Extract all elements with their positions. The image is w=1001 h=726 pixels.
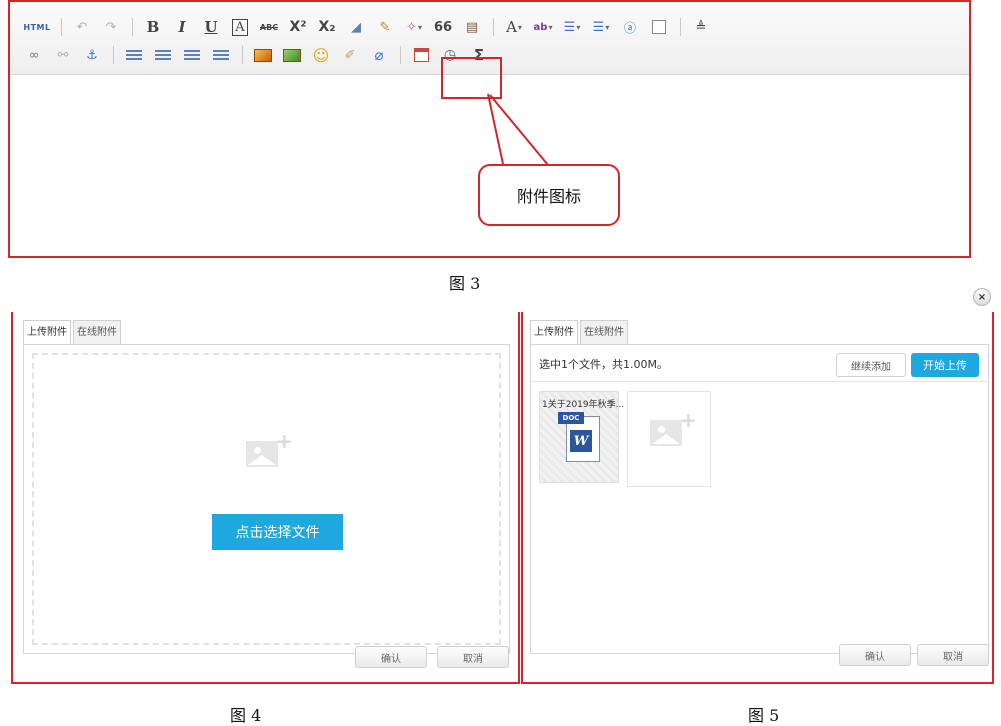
drop-zone[interactable] (32, 353, 501, 645)
plus-icon: + (276, 429, 293, 453)
callout-text: 附件图标 (516, 187, 581, 206)
figure-caption-5: 图 5 (748, 706, 780, 725)
add-image-icon: + (246, 429, 293, 467)
confirm-button[interactable]: 确认 (839, 644, 911, 666)
tab-online-attachment[interactable]: 在线附件 (580, 320, 628, 345)
add-image-sun (254, 447, 261, 454)
upload-tabs: 上传附件 在线附件 (23, 320, 123, 346)
plus-icon: + (680, 408, 697, 432)
tab-upload-attachment[interactable]: 上传附件 (530, 320, 578, 346)
upload-dialog-selected: 上传附件 在线附件 选中1个文件，共1.00M。 继续添加 开始上传 1关于20… (521, 312, 994, 684)
add-image-mountain (248, 455, 276, 465)
continue-add-button[interactable]: 继续添加 (836, 353, 906, 377)
close-icon[interactable]: × (973, 288, 991, 306)
attachment-callout: 附件图标 (478, 164, 620, 226)
add-image-mountain (652, 434, 680, 444)
upload-tabs: 上传附件 在线附件 (530, 320, 630, 346)
confirm-button[interactable]: 确认 (355, 646, 427, 668)
add-image-sun (658, 426, 665, 433)
callout-pointer (487, 93, 549, 166)
figure-caption-3: 图 3 (449, 274, 481, 293)
upload-status-bar: 选中1个文件，共1.00M。 继续添加 开始上传 (531, 345, 988, 382)
add-image-icon: + (650, 408, 697, 446)
tab-upload-attachment[interactable]: 上传附件 (23, 320, 71, 346)
file-thumbnail[interactable]: 1关于2019年秋季... DOC W (539, 391, 624, 483)
cancel-button[interactable]: 取消 (917, 644, 989, 666)
upload-dialog-empty: 上传附件 在线附件 + 点击选择文件 确认 取消 (11, 312, 520, 684)
start-upload-button[interactable]: 开始上传 (911, 353, 979, 377)
file-name: 1关于2019年秋季... (542, 400, 625, 410)
add-more-tile[interactable]: + (627, 391, 711, 487)
word-app-icon: W (570, 430, 592, 452)
selection-summary: 选中1个文件，共1.00M。 (539, 358, 668, 371)
word-document-icon: DOC W (558, 412, 602, 464)
upload-area: 选中1个文件，共1.00M。 继续添加 开始上传 1关于2019年秋季... D… (530, 344, 989, 654)
upload-area: + 点击选择文件 (23, 344, 510, 654)
cancel-button[interactable]: 取消 (437, 646, 509, 668)
choose-file-button[interactable]: 点击选择文件 (212, 514, 343, 550)
tab-online-attachment[interactable]: 在线附件 (73, 320, 121, 345)
figure-caption-4: 图 4 (230, 706, 262, 725)
doc-type-tag: DOC (558, 412, 584, 424)
